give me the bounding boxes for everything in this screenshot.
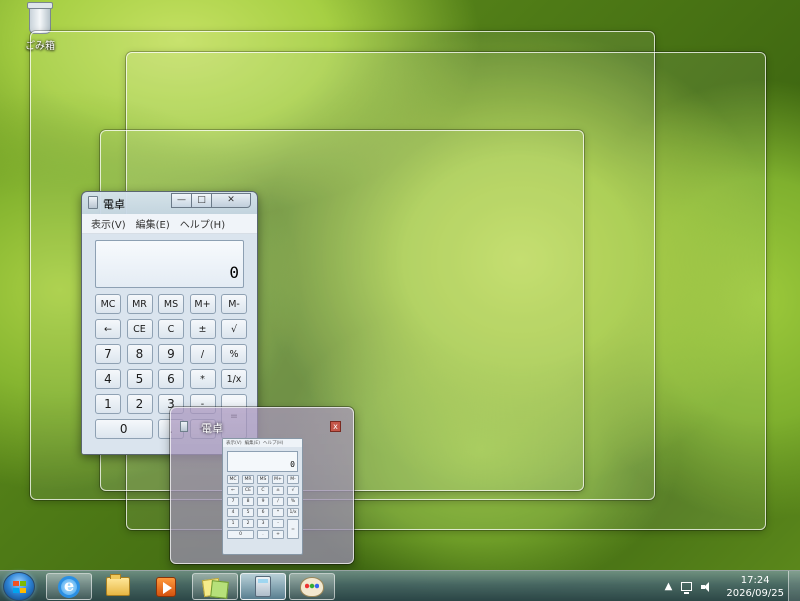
mini-display: 0 [227, 451, 298, 472]
mini-key: % [287, 497, 299, 506]
digit-2-button[interactable]: 2 [126, 394, 153, 414]
menu-help[interactable]: ヘルプ(H) [180, 216, 225, 231]
reciprocal-button[interactable]: 1/x [221, 369, 247, 389]
multiply-button[interactable]: * [189, 369, 216, 389]
close-button[interactable]: ✕ [211, 193, 251, 208]
mini-key: √ [287, 486, 299, 495]
mini-key: M- [287, 475, 299, 484]
negate-button[interactable]: ± [189, 319, 216, 339]
mini-key: 3 [257, 519, 269, 528]
mini-menu-item: 編集(E) [244, 441, 260, 446]
taskbar-thumbnail-preview[interactable]: 電卓 x 表示(V) 編集(E) ヘルプ(H) 0 MC MR MS M+ M-… [170, 407, 354, 564]
window-title: 電卓 [103, 198, 125, 211]
mini-menu-item: 表示(V) [226, 441, 242, 446]
menu-view[interactable]: 表示(V) [91, 216, 126, 231]
mini-key: / [272, 497, 284, 506]
thumbnail-window-image: 表示(V) 編集(E) ヘルプ(H) 0 MC MR MS M+ M- ← CE… [222, 438, 303, 555]
digit-9-button[interactable]: 9 [158, 344, 184, 364]
volume-icon[interactable] [701, 581, 713, 592]
maximize-button[interactable]: □ [191, 193, 212, 208]
clock[interactable]: 17:24 2026/09/25 [726, 574, 784, 600]
folder-icon [106, 574, 130, 596]
display-value: 0 [229, 263, 239, 282]
digit-0-button[interactable]: 0 [95, 419, 153, 439]
minimize-button[interactable]: — [171, 193, 192, 208]
thumbnail-title: 電卓 [201, 422, 223, 435]
mini-key: CE [242, 486, 254, 495]
divide-button[interactable]: / [189, 344, 216, 364]
mini-menu-item: ヘルプ(H) [262, 441, 284, 446]
start-button[interactable] [3, 572, 35, 601]
taskbar-button-calculator[interactable] [240, 573, 286, 600]
calculator-app-icon [88, 196, 98, 209]
digit-4-button[interactable]: 4 [95, 369, 121, 389]
internet-explorer-icon [58, 575, 80, 598]
calculator-titlebar[interactable]: 電卓 — □ ✕ [82, 192, 257, 214]
mini-key: MS [257, 475, 269, 484]
mini-key: . [257, 530, 269, 539]
taskbar-button-internet-explorer[interactable] [46, 573, 92, 600]
sticky-notes-icon [203, 577, 227, 597]
memory-add-button[interactable]: M+ [189, 294, 216, 314]
notification-area: ▲ 17:24 2026/09/25 [665, 571, 784, 601]
taskbar-button-media-player[interactable] [143, 573, 189, 600]
mini-key: 8 [242, 497, 254, 506]
paint-icon [300, 576, 324, 597]
digit-7-button[interactable]: 7 [95, 344, 121, 364]
mini-key: * [272, 508, 284, 517]
mini-key: ← [227, 486, 239, 495]
taskbar-button-sticky-notes[interactable] [192, 573, 238, 600]
mini-key: 1 [227, 519, 239, 528]
mini-key: ± [272, 486, 284, 495]
calculator-app-icon [180, 421, 188, 432]
mini-keypad: MC MR MS M+ M- ← CE C ± √ 7 8 9 / % 4 5 … [223, 475, 302, 539]
mini-key: - [272, 519, 284, 528]
percent-button[interactable]: % [221, 344, 247, 364]
clock-time: 17:24 [740, 574, 770, 586]
memory-subtract-button[interactable]: M- [221, 294, 247, 314]
network-icon[interactable] [681, 582, 693, 594]
thumbnail-close-button[interactable]: x [330, 421, 341, 432]
clock-date: 2026/09/25 [726, 587, 784, 599]
mini-key: 9 [257, 497, 269, 506]
digit-8-button[interactable]: 8 [126, 344, 153, 364]
memory-store-button[interactable]: MS [158, 294, 184, 314]
show-desktop-button[interactable] [788, 571, 800, 601]
mini-key: 1/x [287, 508, 299, 517]
mini-key: MC [227, 475, 239, 484]
backspace-button[interactable]: ← [95, 319, 121, 339]
calculator-display: 0 [95, 240, 244, 288]
clear-button[interactable]: C [158, 319, 184, 339]
memory-recall-button[interactable]: MR [126, 294, 153, 314]
mini-key: C [257, 486, 269, 495]
mini-key: 0 [227, 530, 254, 539]
mini-menu-bar: 表示(V) 編集(E) ヘルプ(H) [223, 439, 302, 447]
mini-key: 2 [242, 519, 254, 528]
taskbar-button-paint[interactable] [289, 573, 335, 600]
sqrt-button[interactable]: √ [221, 319, 247, 339]
mini-key: 7 [227, 497, 239, 506]
media-player-icon [156, 576, 176, 597]
mini-key: + [272, 530, 284, 539]
taskbar-button-windows-explorer[interactable] [95, 573, 141, 600]
mini-key: MR [242, 475, 254, 484]
calculator-icon [255, 576, 271, 597]
digit-6-button[interactable]: 6 [158, 369, 184, 389]
mini-key: 6 [257, 508, 269, 517]
mini-key: M+ [272, 475, 284, 484]
menu-bar: 表示(V) 編集(E) ヘルプ(H) [82, 214, 257, 234]
menu-edit[interactable]: 編集(E) [136, 216, 170, 231]
clear-entry-button[interactable]: CE [126, 319, 153, 339]
digit-5-button[interactable]: 5 [126, 369, 153, 389]
caption-buttons: — □ ✕ [171, 193, 251, 208]
show-hidden-icons-button[interactable]: ▲ [665, 581, 673, 592]
mini-key: = [287, 519, 299, 539]
mini-key: 5 [242, 508, 254, 517]
memory-clear-button[interactable]: MC [95, 294, 121, 314]
taskbar: ▲ 17:24 2026/09/25 [0, 570, 800, 601]
mini-key: 4 [227, 508, 239, 517]
digit-1-button[interactable]: 1 [95, 394, 121, 414]
recycle-bin-icon [27, 2, 53, 34]
